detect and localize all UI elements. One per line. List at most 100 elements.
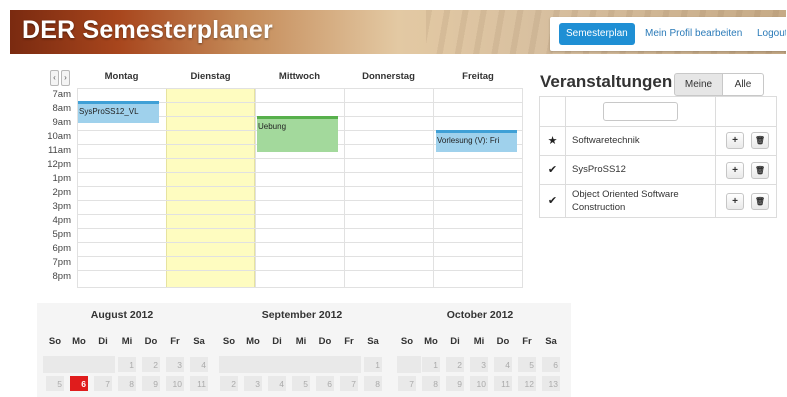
day-header-dienstag: Dienstag (190, 71, 231, 82)
weekday-label: Sa (367, 336, 379, 347)
grid-divider (77, 172, 523, 173)
day-cell[interactable]: 4 (493, 356, 513, 373)
day-cell[interactable]: 5 (45, 375, 65, 392)
day-cell[interactable]: 3 (469, 356, 489, 373)
day-cell[interactable]: 6 (541, 356, 561, 373)
weekday-label: Do (496, 336, 510, 347)
month-august: August 2012 So Mo Di Mi Do Fr Sa 1 2 3 4… (37, 303, 209, 397)
day-cell[interactable]: 3 (243, 375, 263, 392)
time-label: 12pm (47, 159, 71, 170)
time-label: 10am (47, 131, 71, 142)
weekday-label: Mo (424, 336, 438, 347)
time-label: 1pm (52, 173, 71, 184)
time-label: 6pm (52, 243, 71, 254)
weekday-label: So (48, 336, 62, 347)
day-cell[interactable]: 11 (189, 375, 209, 392)
day-cell[interactable]: 11 (493, 375, 513, 392)
time-label: 2pm (52, 187, 71, 198)
main-nav: Semesterplan Mein Profil bearbeiten Logo… (550, 17, 786, 51)
course-filter-input[interactable] (603, 102, 678, 121)
today-column-highlight (166, 88, 255, 288)
day-cell[interactable]: 1 (363, 356, 383, 373)
weekday-label: Do (318, 336, 332, 347)
star-icon: ★ (547, 135, 558, 147)
add-course-button[interactable]: + (726, 132, 744, 149)
day-cell[interactable]: 2 (445, 356, 465, 373)
day-cell[interactable]: 5 (291, 375, 311, 392)
nav-logout[interactable]: Logout (750, 23, 786, 45)
time-label: 11am (47, 145, 71, 156)
nav-semesterplan[interactable]: Semesterplan (559, 23, 635, 45)
weekday-label: Fr (522, 336, 532, 347)
next-week-button[interactable]: › (61, 70, 70, 86)
day-cell[interactable]: 4 (189, 356, 209, 373)
course-name: Softwaretechnik (572, 135, 640, 146)
weekday-label: Fr (344, 336, 354, 347)
tab-meine[interactable]: Meine (674, 73, 723, 96)
blank-day-cell (397, 356, 421, 373)
day-header-donnerstag: Donnerstag (362, 71, 415, 82)
month-calendars: August 2012 So Mo Di Mi Do Fr Sa 1 2 3 4… (37, 303, 571, 397)
day-cell[interactable]: 7 (93, 375, 113, 392)
time-label: 9am (52, 117, 71, 128)
check-icon: ✔ (547, 195, 558, 207)
day-cell[interactable]: 9 (445, 375, 465, 392)
table-divider (715, 97, 716, 217)
day-cell[interactable]: 8 (117, 375, 137, 392)
grid-divider (77, 287, 523, 288)
day-cell[interactable]: 1 (117, 356, 137, 373)
day-cell[interactable]: 4 (267, 375, 287, 392)
day-cell[interactable]: 3 (165, 356, 185, 373)
course-name: Object Oriented Software Construction (572, 189, 679, 213)
day-cell[interactable]: 1 (421, 356, 441, 373)
day-cell[interactable]: 8 (363, 375, 383, 392)
trash-icon[interactable]: 🗑 (751, 193, 769, 210)
courses-table: ★ Softwaretechnik + 🗑 ✔ SysProSS12 + 🗑 ✔… (539, 96, 777, 218)
add-course-button[interactable]: + (726, 193, 744, 210)
nav-edit-profile[interactable]: Mein Profil bearbeiten (638, 23, 749, 45)
weekday-label: Di (272, 336, 282, 347)
day-cell[interactable]: 7 (339, 375, 359, 392)
day-cell[interactable]: 10 (469, 375, 489, 392)
day-cell[interactable]: 9 (141, 375, 161, 392)
time-label: 8pm (52, 271, 71, 282)
month-title: August 2012 (90, 309, 154, 321)
trash-icon[interactable]: 🗑 (751, 132, 769, 149)
time-label: 5pm (52, 229, 71, 240)
event-uebung[interactable]: Uebung (257, 116, 338, 152)
grid-divider (77, 158, 523, 159)
weekday-label: Mi (121, 336, 133, 347)
day-cell[interactable]: 6 (315, 375, 335, 392)
day-cell[interactable]: 8 (421, 375, 441, 392)
event-vorlesung-fri[interactable]: Vorlesung (V): Fri (436, 130, 517, 152)
prev-week-button[interactable]: ‹ (50, 70, 59, 86)
day-cell[interactable]: 13 (541, 375, 561, 392)
grid-divider (77, 270, 523, 271)
time-label: 4pm (52, 215, 71, 226)
blank-day-cell (219, 356, 361, 373)
day-cell[interactable]: 5 (517, 356, 537, 373)
weekday-label: Mi (295, 336, 307, 347)
day-cell[interactable]: 2 (141, 356, 161, 373)
app-title: DER Semesterplaner (22, 16, 273, 44)
grid-divider (522, 88, 523, 288)
time-label: 8am (52, 103, 71, 114)
selected-day-cell[interactable]: 6 (69, 375, 89, 392)
weekday-label: Mo (246, 336, 260, 347)
blank-day-cell (43, 356, 115, 373)
check-icon: ✔ (547, 164, 558, 176)
table-divider (540, 184, 776, 185)
grid-divider (433, 88, 434, 288)
course-name: SysProSS12 (572, 164, 626, 175)
trash-icon[interactable]: 🗑 (751, 162, 769, 179)
event-sysprossl12-vl[interactable]: SysProSS12_VL (78, 101, 159, 123)
add-course-button[interactable]: + (726, 162, 744, 179)
day-cell[interactable]: 2 (219, 375, 239, 392)
weekday-label: So (400, 336, 414, 347)
time-label: 3pm (52, 201, 71, 212)
day-cell[interactable]: 10 (165, 375, 185, 392)
day-header-montag: Montag (104, 71, 139, 82)
day-cell[interactable]: 12 (517, 375, 537, 392)
tab-alle[interactable]: Alle (722, 73, 764, 96)
day-cell[interactable]: 7 (397, 375, 417, 392)
